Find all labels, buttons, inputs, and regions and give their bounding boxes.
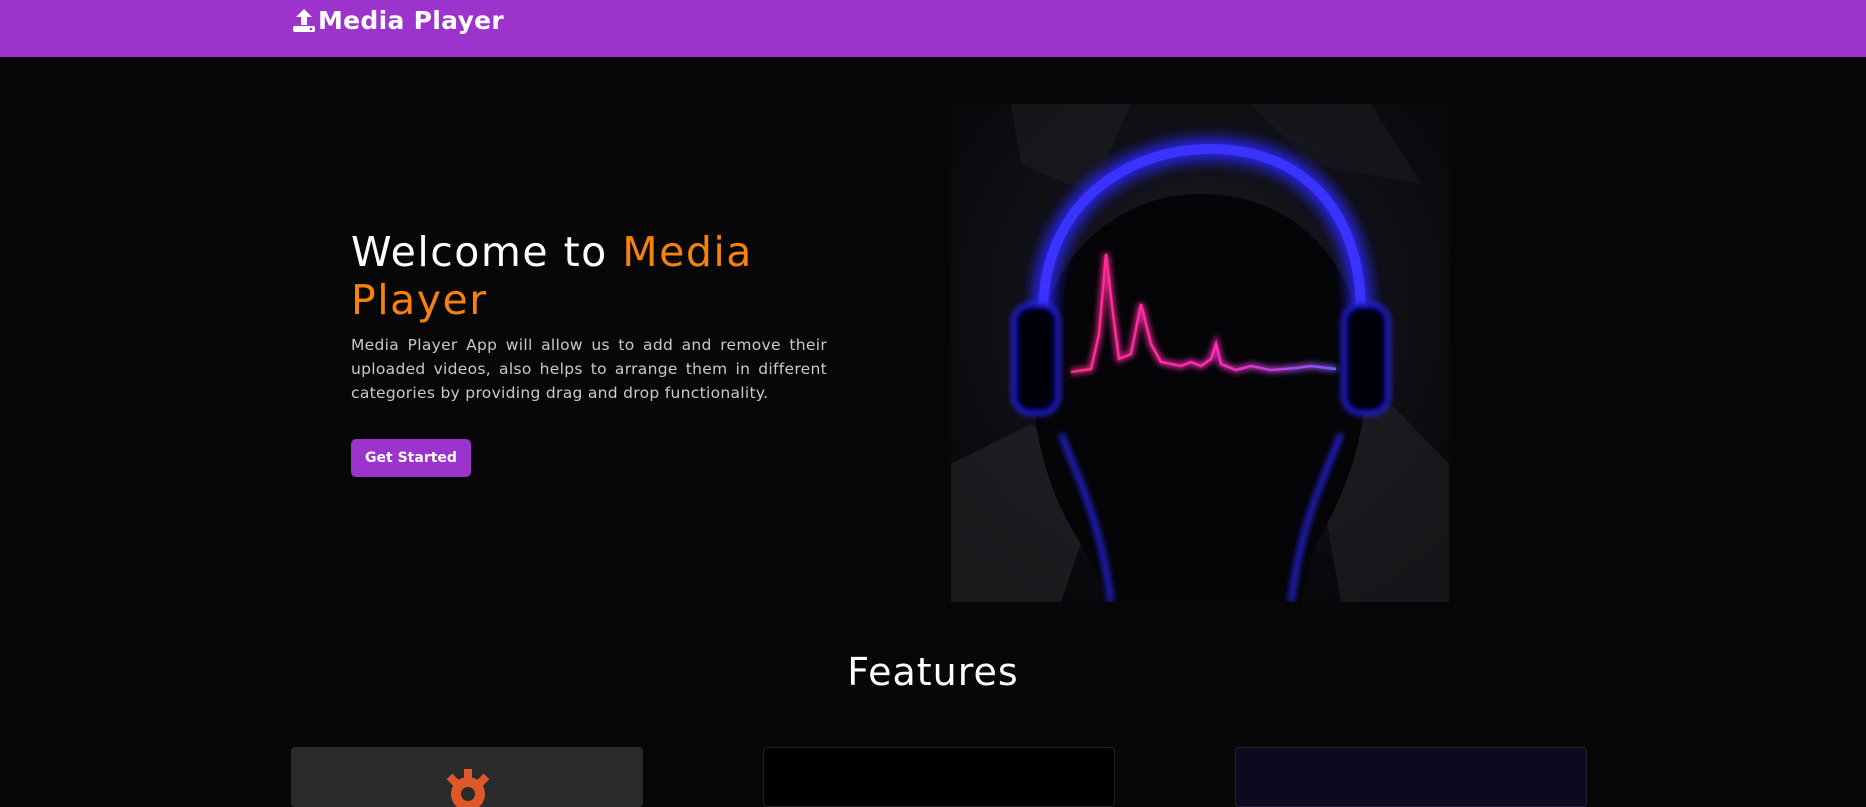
hero-illustration — [951, 104, 1449, 602]
feature-card-1[interactable] — [291, 747, 643, 807]
upload-icon — [290, 7, 318, 35]
navbar: Media Player — [0, 0, 1866, 57]
get-started-button[interactable]: Get Started — [351, 439, 471, 477]
hero-title-prefix: Welcome to — [351, 228, 623, 276]
feature-card-3[interactable] — [1235, 747, 1587, 807]
gear-icon — [441, 767, 495, 807]
features-title: Features — [847, 650, 1019, 694]
brand-link[interactable]: Media Player — [290, 6, 504, 35]
brand-label: Media Player — [318, 6, 505, 35]
hero-description: Media Player App will allow us to add an… — [351, 336, 827, 402]
feature-card-2[interactable] — [763, 747, 1115, 807]
hero-title: Welcome to Media Player — [351, 228, 811, 324]
